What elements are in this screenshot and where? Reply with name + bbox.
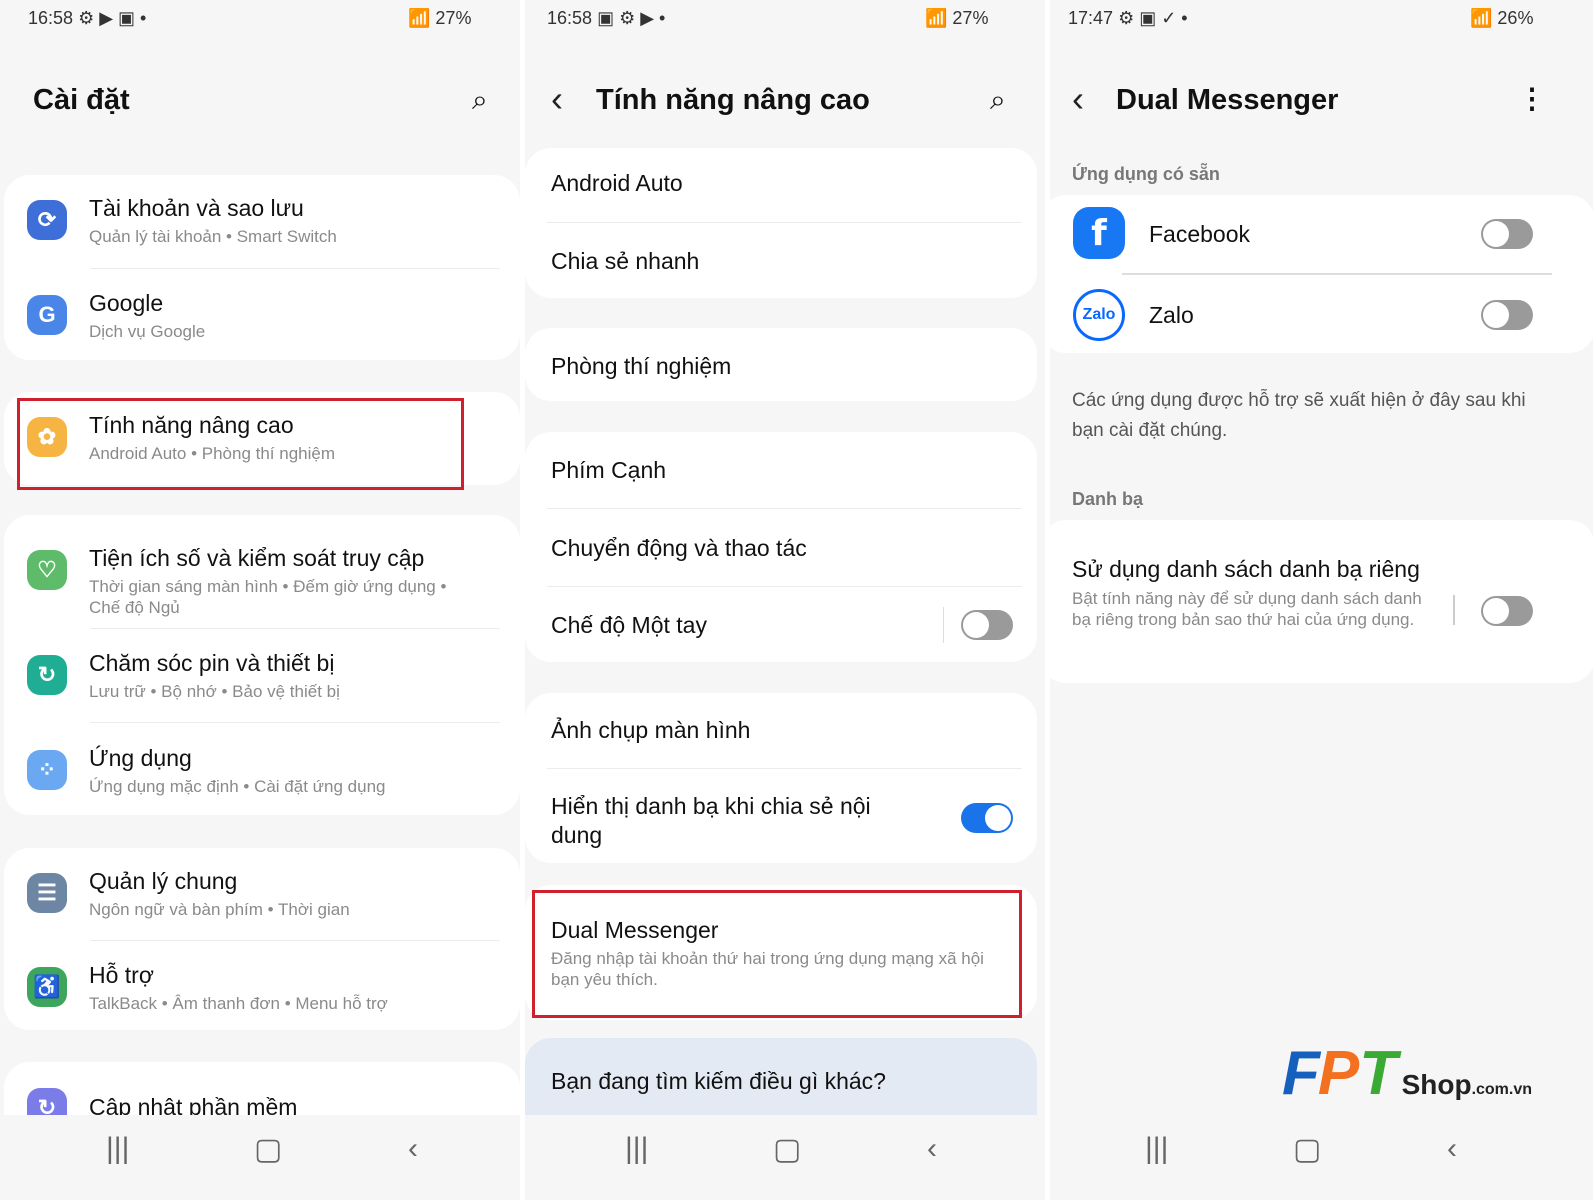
clock: 16:58: [547, 8, 593, 28]
settings-screen: 16:58 ⚙ ▶ ▣ • 📶 27% Cài đặt ⌕ ⟳ Tài khoản…: [0, 0, 520, 1200]
menu-item-labs[interactable]: Phòng thí nghiệm: [551, 353, 731, 380]
app-name-facebook: Facebook: [1149, 221, 1251, 247]
menu-item-side-key[interactable]: Phím Cạnh: [551, 457, 666, 484]
recents-button[interactable]: |||: [1145, 1132, 1168, 1166]
highlight-box: [17, 398, 464, 490]
back-button[interactable]: ‹: [927, 1132, 937, 1166]
settings-item-title[interactable]: Hỗ trợ: [89, 962, 154, 989]
settings-item-title[interactable]: Ứng dụng: [89, 745, 192, 772]
menu-item-motions[interactable]: Chuyển động và thao tác: [551, 535, 807, 562]
supported-apps-note: Các ứng dụng được hỗ trợ sẽ xuất hiện ở …: [1072, 390, 1526, 441]
settings-item-subtitle: Ứng dụng mặc định • Cài đặt ứng dụng: [89, 777, 386, 796]
settings-item-subtitle: Quản lý tài khoản • Smart Switch: [89, 227, 337, 246]
app-name-zalo: Zalo: [1149, 302, 1194, 328]
advanced-features-screen: 16:58 ▣ ⚙ ▶ • 📶 27% ‹ Tính năng nâng cao…: [525, 0, 1045, 1200]
settings-item-subtitle: Ngôn ngữ và bàn phím • Thời gian: [89, 900, 350, 919]
signal-battery: 📶 27%: [408, 8, 472, 28]
status-bar: 16:58 ⚙ ▶ ▣ •: [28, 8, 146, 29]
menu-item-one-handed[interactable]: Chế độ Một tay: [551, 612, 707, 639]
sync-icon: ⟳: [27, 200, 67, 240]
section-label-contacts: Danh bạ: [1072, 489, 1144, 509]
device-care-icon: ↻: [27, 655, 67, 695]
page-title: Dual Messenger: [1116, 84, 1339, 116]
notification-icons: ⚙ ▶ ▣ •: [78, 8, 147, 28]
highlight-box: [532, 890, 1022, 1018]
back-arrow-icon[interactable]: ‹: [551, 78, 563, 120]
home-button[interactable]: ▢: [254, 1132, 282, 1167]
settings-item-subtitle: Thời gian sáng màn hình • Đếm giờ ứng dụ…: [89, 577, 447, 617]
search-suggestion-text[interactable]: Bạn đang tìm kiếm điều gì khác?: [551, 1068, 886, 1095]
settings-item-title[interactable]: Google: [89, 290, 163, 317]
recents-button[interactable]: |||: [106, 1132, 129, 1166]
private-contacts-title[interactable]: Sử dụng danh sách danh bạ riêng: [1072, 556, 1420, 583]
signal-battery: 📶 26%: [1470, 8, 1534, 28]
zalo-toggle[interactable]: [1481, 300, 1533, 330]
back-arrow-icon[interactable]: ‹: [1072, 78, 1084, 120]
settings-item-title[interactable]: Tài khoản và sao lưu: [89, 195, 304, 222]
signal-battery: 📶 27%: [925, 8, 989, 28]
wellbeing-icon: ♡: [27, 550, 67, 590]
settings-item-subtitle: Dịch vụ Google: [89, 322, 206, 341]
private-contacts-toggle[interactable]: [1481, 596, 1533, 626]
status-bar: 16:58 ▣ ⚙ ▶ •: [547, 8, 665, 29]
google-icon: G: [27, 295, 67, 335]
fpt-shop-watermark: FPT Shop.com.vn: [1282, 1039, 1533, 1108]
page-title: Tính năng nâng cao: [596, 84, 870, 116]
clock: 17:47: [1068, 8, 1114, 28]
more-options-icon[interactable]: ⋮: [1518, 82, 1546, 115]
home-button[interactable]: ▢: [1293, 1132, 1321, 1167]
menu-item-show-contacts[interactable]: Hiển thị danh bạ khi chia sẻ nội dung: [551, 792, 901, 850]
clock: 16:58: [28, 8, 74, 28]
sliders-icon: ☰: [27, 873, 67, 913]
accessibility-icon: ♿: [27, 967, 67, 1007]
dual-messenger-screen: 17:47 ⚙ ▣ ✓ • 📶 26% ‹ Dual Messenger ⋮ Ứ…: [1050, 0, 1593, 1200]
page-title: Cài đặt: [33, 84, 130, 116]
apps-icon: ⁘: [27, 750, 67, 790]
facebook-toggle[interactable]: [1481, 219, 1533, 249]
notification-icons: ⚙ ▣ ✓ •: [1118, 8, 1188, 28]
facebook-icon: f: [1073, 207, 1125, 259]
settings-item-subtitle: TalkBack • Âm thanh đơn • Menu hỗ trợ: [89, 994, 388, 1013]
zalo-icon: Zalo: [1073, 289, 1125, 341]
notification-icons: ▣ ⚙ ▶ •: [597, 8, 666, 28]
back-button[interactable]: ‹: [408, 1132, 418, 1166]
menu-item-screenshots[interactable]: Ảnh chụp màn hình: [551, 717, 750, 744]
battery-level: 26%: [1497, 8, 1534, 28]
settings-item-title[interactable]: Chăm sóc pin và thiết bị: [89, 650, 334, 677]
section-label-available-apps: Ứng dụng có sẵn: [1072, 164, 1220, 184]
search-icon[interactable]: ⌕: [472, 84, 488, 117]
search-icon[interactable]: ⌕: [990, 84, 1006, 117]
settings-item-subtitle: Lưu trữ • Bộ nhớ • Bảo vệ thiết bị: [89, 682, 340, 701]
one-handed-toggle[interactable]: [961, 610, 1013, 640]
settings-item-title[interactable]: Tiện ích số và kiểm soát truy cập: [89, 545, 424, 572]
settings-item-title[interactable]: Quản lý chung: [89, 868, 237, 895]
private-contacts-description: Bật tính năng này để sử dụng danh sách d…: [1072, 589, 1422, 629]
status-bar: 17:47 ⚙ ▣ ✓ •: [1068, 8, 1188, 29]
battery-level: 27%: [435, 8, 472, 28]
battery-level: 27%: [952, 8, 989, 28]
back-button[interactable]: ‹: [1447, 1132, 1457, 1166]
menu-item-android-auto[interactable]: Android Auto: [551, 170, 683, 197]
show-contacts-toggle[interactable]: [961, 803, 1013, 833]
home-button[interactable]: ▢: [773, 1132, 801, 1167]
menu-item-quick-share[interactable]: Chia sẻ nhanh: [551, 248, 699, 275]
recents-button[interactable]: |||: [625, 1132, 648, 1166]
